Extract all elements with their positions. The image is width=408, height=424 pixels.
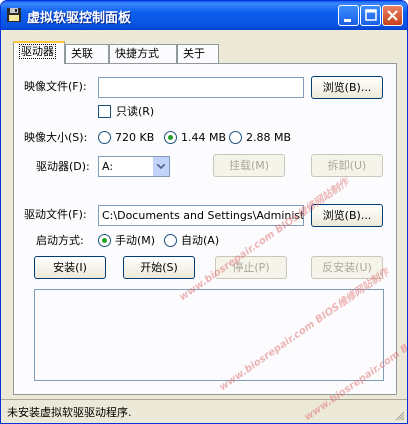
window-title: 虚拟软驱控制面板 <box>27 11 132 26</box>
minimize-icon <box>344 19 351 22</box>
tab-drive[interactable]: 驱动器 <box>13 41 65 64</box>
tab-association[interactable]: 关联 <box>65 44 109 63</box>
uninstall-button[interactable]: 反安装(U) <box>311 256 383 279</box>
floppy-app-icon <box>7 8 21 22</box>
drive-select[interactable]: A: <box>98 156 170 177</box>
close-icon <box>387 10 398 21</box>
stop-button[interactable]: 停止(P) <box>215 256 287 279</box>
driver-browse-button[interactable]: 浏览(B)... <box>311 204 383 227</box>
start-mode-label: 启动方式: <box>36 234 84 247</box>
start-manual-label: 手动(M) <box>115 234 156 247</box>
install-button[interactable]: 安装(I) <box>34 256 106 279</box>
close-button[interactable] <box>382 5 403 26</box>
drive-label: 驱动器(D): <box>36 160 90 173</box>
chevron-down-icon <box>157 164 165 169</box>
size-720kb-radio[interactable] <box>98 131 111 144</box>
maximize-button[interactable] <box>360 5 381 26</box>
log-area[interactable] <box>34 289 384 381</box>
app-window: 虚拟软驱控制面板 驱动器 关联 快捷方式 关于 映像文件(F): 浏览(B)..… <box>0 0 408 424</box>
resize-grip-icon[interactable] <box>393 409 405 421</box>
status-text: 未安装虚拟软驱驱动程序. <box>7 406 132 419</box>
tab-about[interactable]: 关于 <box>177 44 219 63</box>
driver-file-label: 驱动文件(F): <box>24 208 87 221</box>
minimize-button[interactable] <box>338 5 359 26</box>
size-288mb-label: 2.88 MB <box>246 131 292 144</box>
tab-label: 驱动器 <box>19 44 56 59</box>
dropdown-arrow[interactable] <box>152 157 169 176</box>
size-144mb-radio[interactable] <box>164 131 177 144</box>
image-browse-button[interactable]: 浏览(B)... <box>311 76 383 99</box>
image-file-label: 映像文件(F): <box>24 80 87 93</box>
size-144mb-label: 1.44 MB <box>181 131 227 144</box>
start-auto-radio[interactable] <box>164 234 177 247</box>
maximize-icon <box>365 9 377 21</box>
drive-tab-panel: 映像文件(F): 浏览(B)... 只读(R) 映像大小(S): 720 KB … <box>13 63 397 395</box>
size-288mb-radio[interactable] <box>229 131 242 144</box>
start-manual-radio[interactable] <box>98 234 111 247</box>
start-button[interactable]: 开始(S) <box>123 256 195 279</box>
image-file-input[interactable] <box>98 77 304 98</box>
driver-file-input[interactable]: C:\Documents and Settings\Administrator\ <box>98 205 304 226</box>
size-720kb-label: 720 KB <box>115 131 155 144</box>
image-size-label: 映像大小(S): <box>24 131 88 144</box>
tab-label: 快捷方式 <box>115 47 159 60</box>
unmount-button[interactable]: 拆卸(U) <box>311 154 383 177</box>
tab-label: 关联 <box>71 47 93 60</box>
mount-button[interactable]: 挂载(M) <box>213 154 285 177</box>
status-bar: 未安装虚拟软驱驱动程序. <box>1 399 407 423</box>
readonly-label: 只读(R) <box>116 105 155 118</box>
start-auto-label: 自动(A) <box>181 234 220 247</box>
tab-shortcut[interactable]: 快捷方式 <box>109 44 177 63</box>
tab-label: 关于 <box>183 47 205 60</box>
readonly-checkbox[interactable] <box>98 105 111 118</box>
drive-select-value: A: <box>102 160 114 173</box>
title-bar[interactable]: 虚拟软驱控制面板 <box>1 1 407 30</box>
